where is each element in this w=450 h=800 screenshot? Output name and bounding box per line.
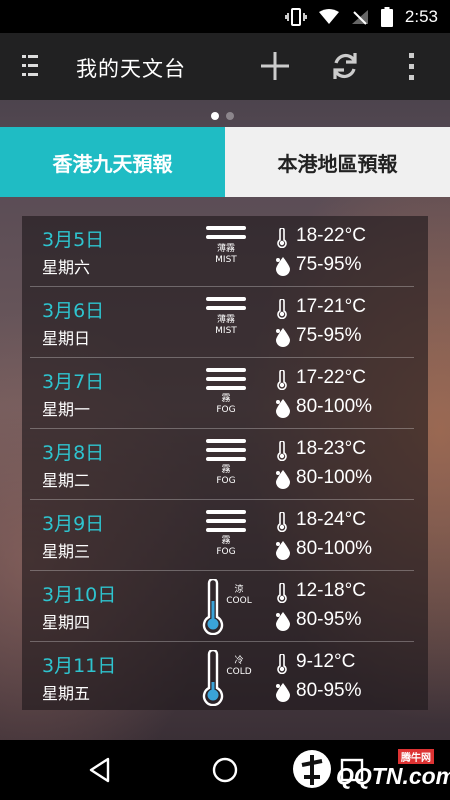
overflow-menu-icon[interactable] [408, 53, 416, 81]
humidity-drop-icon [276, 328, 290, 347]
humidity-drop-icon [276, 470, 290, 489]
no-signal-icon [351, 9, 368, 25]
condition-cn: 霧 [221, 465, 231, 475]
condition-en: COLD [226, 667, 252, 677]
humidity-range: 80-95% [296, 609, 362, 630]
forecast-weekday: 星期四 [42, 613, 91, 632]
site-watermark: QQTN.com 腾牛网 [292, 745, 450, 795]
thermometer-cold-icon: 冷 COLD [200, 650, 260, 706]
temperature-range: 17-22°C [296, 367, 366, 388]
thermometer-cool-icon: 涼 COOL [200, 579, 260, 635]
forecast-tabs: 香港九天預報 本港地區預報 [0, 127, 450, 197]
thermometer-small-icon [277, 512, 287, 532]
fog-icon: 霧 FOG [200, 366, 260, 422]
forecast-date: 3月7日 [42, 371, 105, 393]
forecast-row[interactable]: 3月9日 星期三 霧 FOG 18-24°C 80-100% [22, 500, 428, 571]
temperature-range: 18-24°C [296, 509, 366, 530]
forecast-date: 3月8日 [42, 442, 105, 464]
forecast-row[interactable]: 3月5日 星期六 薄霧 MIST 18-22°C 75-95% [22, 216, 428, 287]
humidity-drop-icon [276, 683, 290, 702]
temperature-range: 12-18°C [296, 580, 366, 601]
condition-en: COOL [226, 596, 252, 606]
forecast-date: 3月10日 [42, 584, 117, 606]
forecast-date: 3月9日 [42, 513, 105, 535]
status-bar: 2:53 [0, 0, 450, 33]
home-icon[interactable] [212, 757, 238, 783]
forecast-date: 3月6日 [42, 300, 105, 322]
condition-en: MIST [215, 326, 237, 336]
page-indicator [0, 112, 450, 122]
wifi-icon [318, 8, 339, 24]
mist-icon: 薄霧 MIST [200, 224, 260, 280]
forecast-date: 3月11日 [42, 655, 117, 677]
forecast-weekday: 星期二 [42, 471, 91, 490]
thermometer-small-icon [277, 370, 287, 390]
app-bar: 我的天文台 [0, 33, 450, 100]
temperature-range: 17-21°C [296, 296, 366, 317]
humidity-drop-icon [276, 257, 290, 276]
forecast-row[interactable]: 3月10日 星期四 涼 COOL 12-18°C 80-95% [22, 571, 428, 642]
temperature-range: 9-12°C [296, 651, 356, 672]
condition-en: FOG [216, 476, 236, 486]
forecast-weekday: 星期五 [42, 684, 91, 703]
watermark-en: QQTN.com [336, 763, 450, 789]
humidity-range: 80-100% [296, 396, 373, 417]
vibrate-icon [285, 7, 307, 26]
humidity-range: 75-95% [296, 325, 362, 346]
status-time: 2:53 [404, 6, 438, 26]
condition-cn: 霧 [221, 394, 231, 404]
condition-cn: 薄霧 [216, 244, 235, 254]
humidity-drop-icon [276, 612, 290, 631]
add-icon[interactable] [258, 49, 292, 83]
humidity-drop-icon [276, 399, 290, 418]
fog-icon: 霧 FOG [200, 508, 260, 564]
mist-icon: 薄霧 MIST [200, 295, 260, 351]
forecast-weekday: 星期三 [42, 542, 91, 561]
refresh-icon[interactable] [328, 49, 362, 83]
condition-en: MIST [215, 255, 237, 265]
forecast-weekday: 星期六 [42, 258, 91, 277]
battery-icon [380, 6, 393, 27]
condition-en: FOG [216, 405, 236, 415]
forecast-weekday: 星期一 [42, 400, 91, 419]
forecast-row[interactable]: 3月7日 星期一 霧 FOG 17-22°C 80-100% [22, 358, 428, 429]
hamburger-menu-icon[interactable] [22, 55, 38, 77]
humidity-range: 80-100% [296, 538, 373, 559]
fog-icon: 霧 FOG [200, 437, 260, 493]
watermark-logo-icon [293, 750, 331, 788]
condition-cn: 霧 [221, 536, 231, 546]
tab-local-forecast[interactable]: 本港地區預報 [225, 127, 450, 197]
forecast-row[interactable]: 3月6日 星期日 薄霧 MIST 17-21°C 75-95% [22, 287, 428, 358]
app-title: 我的天文台 [76, 57, 186, 81]
forecast-row[interactable]: 3月11日 星期五 冷 COLD 9-12°C 80-95% [22, 642, 428, 713]
temperature-range: 18-22°C [296, 225, 366, 246]
forecast-date: 3月5日 [42, 229, 105, 251]
page-dot-active [211, 112, 219, 120]
humidity-range: 75-95% [296, 254, 362, 275]
forecast-weekday: 星期日 [42, 329, 91, 348]
condition-en: FOG [216, 547, 236, 557]
condition-cn: 薄霧 [216, 315, 235, 325]
tab-nine-day-forecast[interactable]: 香港九天預報 [0, 127, 225, 197]
page-dot [226, 112, 234, 120]
humidity-range: 80-95% [296, 680, 362, 701]
thermometer-small-icon [277, 441, 287, 461]
thermometer-small-icon [277, 228, 287, 248]
humidity-range: 80-100% [296, 467, 373, 488]
temperature-range: 18-23°C [296, 438, 366, 459]
watermark-cn: 腾牛网 [398, 749, 434, 764]
forecast-panel: 3月5日 星期六 薄霧 MIST 18-22°C 75-95% 3月6日 星期日… [22, 216, 428, 710]
thermometer-small-icon [277, 299, 287, 319]
back-icon[interactable] [88, 757, 112, 783]
condition-cn: 涼 [234, 585, 244, 595]
thermometer-small-icon [277, 583, 287, 603]
humidity-drop-icon [276, 541, 290, 560]
forecast-row[interactable]: 3月8日 星期二 霧 FOG 18-23°C 80-100% [22, 429, 428, 500]
thermometer-small-icon [277, 654, 287, 674]
condition-cn: 冷 [234, 656, 244, 666]
